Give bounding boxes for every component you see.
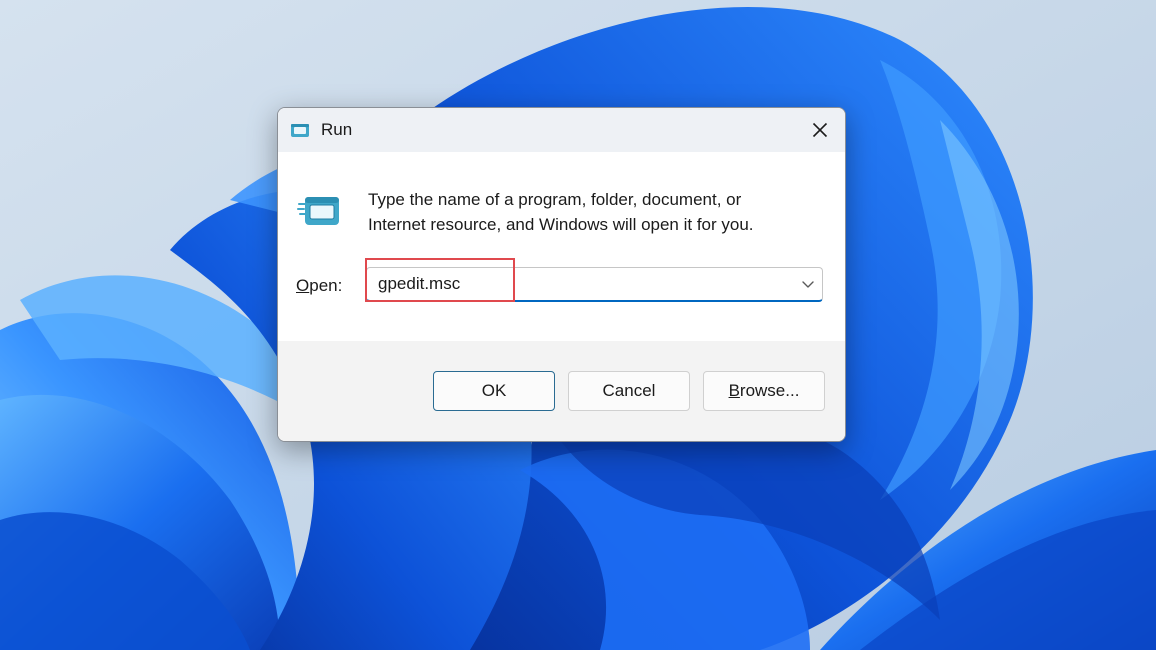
title-bar[interactable]: Run: [278, 108, 845, 152]
browse-label: rowse...: [739, 381, 800, 400]
description-line: Internet resource, and Windows will open…: [368, 215, 754, 234]
open-label: Open:: [296, 276, 342, 296]
open-label-accelerator: O: [296, 276, 310, 295]
window-title: Run: [321, 120, 353, 139]
run-dialog: Run Type the name of a program, folder, …: [277, 107, 846, 442]
description-line: Type the name of a program, folder, docu…: [368, 190, 742, 209]
close-icon: [812, 122, 828, 138]
open-label-text: pen:: [309, 276, 343, 295]
run-app-icon: [297, 197, 339, 225]
cancel-button[interactable]: Cancel: [568, 371, 690, 411]
browse-accelerator: B: [728, 381, 740, 400]
browse-button[interactable]: Browse...: [703, 371, 825, 411]
run-app-icon: [291, 124, 309, 137]
chevron-down-icon[interactable]: [800, 276, 816, 292]
close-button[interactable]: [795, 108, 845, 152]
open-combobox[interactable]: [366, 267, 823, 302]
run-description: Type the name of a program, folder, docu…: [368, 187, 828, 237]
desktop: Run Type the name of a program, folder, …: [0, 0, 1156, 650]
open-input[interactable]: [367, 268, 798, 299]
button-bar: OK Cancel Browse...: [278, 341, 845, 441]
dialog-body: Type the name of a program, folder, docu…: [278, 152, 845, 341]
ok-button[interactable]: OK: [433, 371, 555, 411]
